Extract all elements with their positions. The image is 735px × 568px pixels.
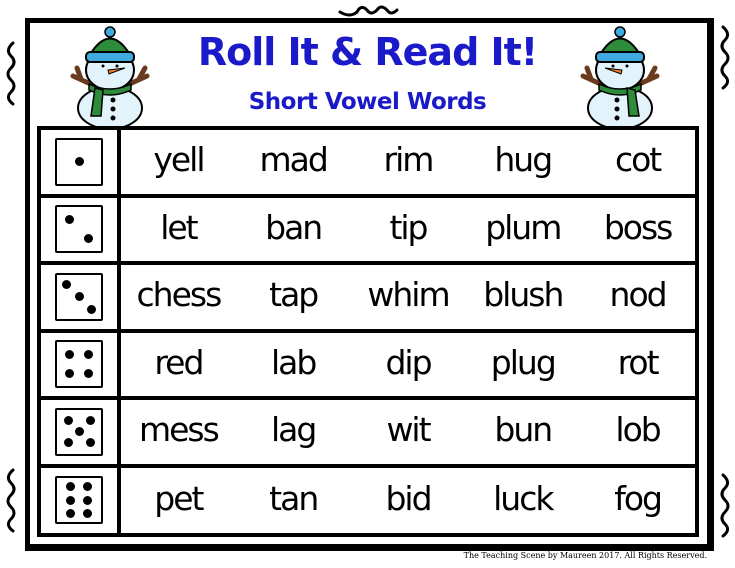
table-row: red lab dip plug rot xyxy=(41,332,695,400)
word-cell: rim xyxy=(383,140,435,180)
word-list: let ban tip plum boss xyxy=(121,198,695,262)
word-list: mess lag wit bun lob xyxy=(121,400,695,464)
die-cell xyxy=(41,332,121,396)
word-list: pet tan bid luck fog xyxy=(121,468,695,533)
word-cell: hug xyxy=(494,140,553,180)
word-cell: fog xyxy=(614,478,663,518)
die-pip xyxy=(64,350,74,360)
word-cell: rot xyxy=(617,342,660,382)
word-list: chess tap whim blush nod xyxy=(121,265,695,329)
die-pip xyxy=(84,369,94,379)
curly-swirl-icon xyxy=(720,473,730,538)
word-cell: bid xyxy=(385,478,432,518)
word-cell: pet xyxy=(154,478,204,518)
word-cell: plug xyxy=(490,342,557,382)
die-pip xyxy=(74,427,84,437)
page-subtitle: Short Vowel Words xyxy=(248,89,487,115)
word-cell: bun xyxy=(494,410,553,450)
page-title: Roll It & Read It! xyxy=(197,30,538,74)
die-pip xyxy=(84,234,94,244)
word-cell: yell xyxy=(153,140,205,180)
word-list: red lab dip plug rot xyxy=(121,333,695,397)
word-cell: whim xyxy=(367,275,450,315)
table-row: let ban tip plum boss xyxy=(41,197,695,265)
table-row: pet tan bid luck fog xyxy=(41,467,695,533)
die-pip xyxy=(85,416,95,426)
word-cell: wit xyxy=(386,410,431,450)
die-pip xyxy=(83,508,93,518)
die-pip xyxy=(65,482,75,492)
word-cell: let xyxy=(160,207,198,247)
word-cell: mad xyxy=(259,140,329,180)
die-cell xyxy=(41,400,121,464)
word-cell: plum xyxy=(485,207,562,247)
word-cell: dip xyxy=(385,342,432,382)
word-cell: chess xyxy=(136,275,223,315)
word-cell: boss xyxy=(603,207,674,247)
table-row: chess tap whim blush nod xyxy=(41,265,695,333)
die-pip xyxy=(86,304,96,314)
word-cell: cot xyxy=(614,140,662,180)
copyright-footer: The Teaching Scene by Maureen 2017. All … xyxy=(463,551,707,560)
die-pip xyxy=(64,215,74,225)
curly-swirl-icon xyxy=(6,468,16,533)
die-pip xyxy=(84,350,94,360)
word-cell: red xyxy=(154,342,204,382)
die-pip xyxy=(62,279,72,289)
word-cell: tap xyxy=(269,275,319,315)
word-cell: luck xyxy=(493,478,554,518)
word-cell: tip xyxy=(389,207,428,247)
word-list: yell mad rim hug cot xyxy=(121,130,695,194)
die-pip xyxy=(74,292,84,302)
table-row: yell mad rim hug cot xyxy=(41,130,695,198)
word-cell: lob xyxy=(615,410,661,450)
die-face-2-icon xyxy=(55,205,103,254)
word-cell: nod xyxy=(609,275,668,315)
die-cell xyxy=(41,197,121,261)
word-cell: blush xyxy=(483,275,564,315)
die-cell xyxy=(41,130,121,194)
die-pip xyxy=(63,438,73,448)
die-pip xyxy=(83,482,93,492)
die-pip xyxy=(85,438,95,448)
die-pip xyxy=(65,495,75,505)
word-cell: mess xyxy=(138,410,220,450)
die-face-1-icon xyxy=(55,137,103,186)
die-face-4-icon xyxy=(55,340,103,389)
die-face-5-icon xyxy=(55,407,103,456)
die-cell xyxy=(41,265,121,329)
die-pip xyxy=(65,508,75,518)
die-face-3-icon xyxy=(55,272,103,321)
die-pip xyxy=(74,157,84,167)
die-pip xyxy=(83,495,93,505)
die-pip xyxy=(63,416,73,426)
word-table: yell mad rim hug cot let ban tip plum boss chess ta… xyxy=(37,126,699,537)
word-cell: lag xyxy=(271,410,317,450)
word-cell: ban xyxy=(265,207,323,247)
die-face-6-icon xyxy=(55,476,103,524)
word-cell: tan xyxy=(269,478,319,518)
word-cell: lab xyxy=(271,342,317,382)
table-row: mess lag wit bun lob xyxy=(41,400,695,468)
die-pip xyxy=(64,369,74,379)
die-cell xyxy=(41,467,121,533)
